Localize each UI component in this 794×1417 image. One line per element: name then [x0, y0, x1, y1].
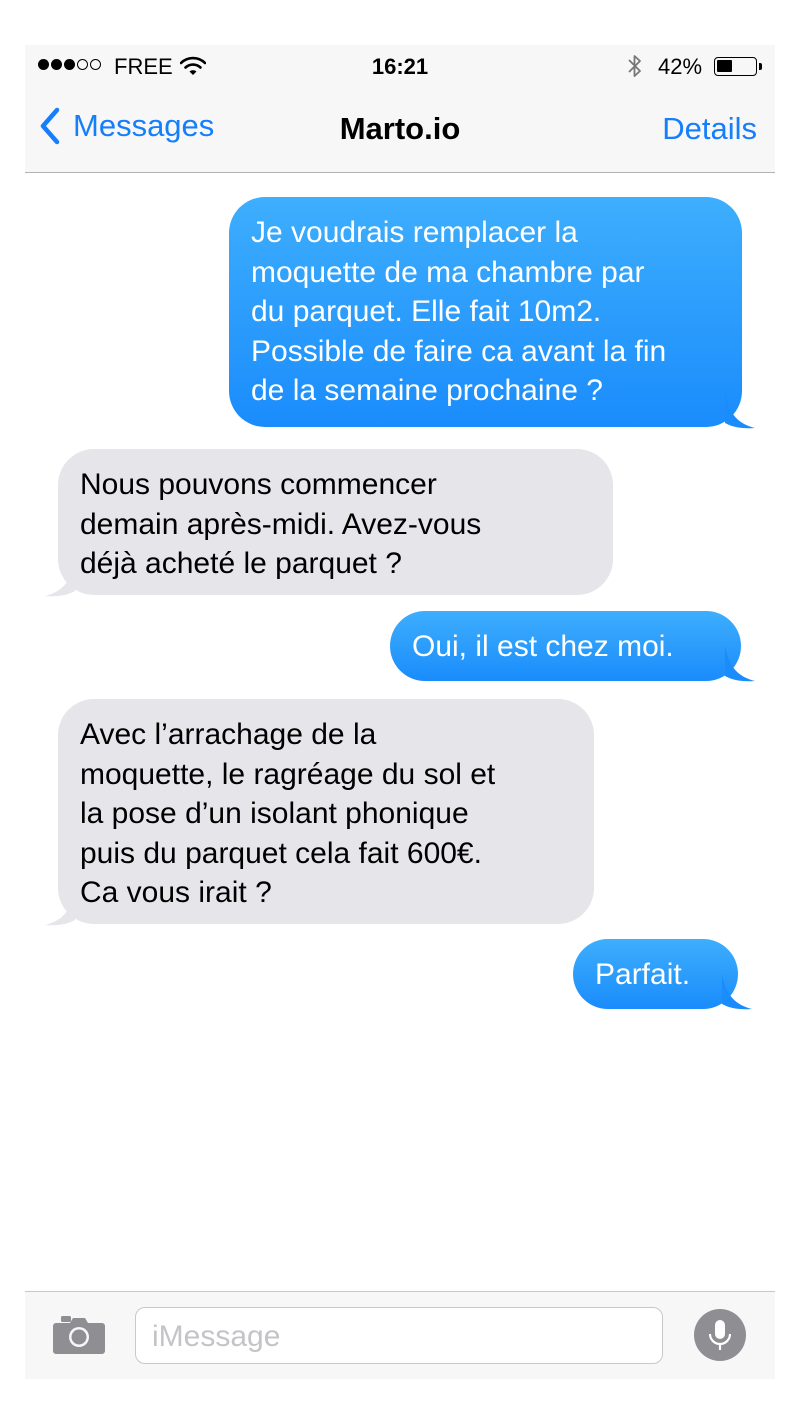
imessage-input[interactable]: iMessage	[135, 1307, 663, 1364]
bubble-tail	[725, 646, 755, 682]
battery-percentage: 42%	[658, 54, 703, 79]
battery-icon	[714, 57, 757, 76]
camera-icon[interactable]	[53, 1314, 105, 1359]
message-bubble-incoming[interactable]: Avec l’arrachage de la moquette, le ragr…	[58, 699, 594, 924]
messages-screen: FREE 16:21 42% Messages Marto.io Details	[25, 45, 775, 1379]
status-bar: FREE 16:21 42%	[25, 45, 775, 85]
bluetooth-icon	[626, 53, 644, 85]
message-input-bar: iMessage	[25, 1291, 775, 1379]
message-bubble-outgoing[interactable]: Oui, il est chez moi.	[390, 611, 741, 681]
bubble-tail	[45, 890, 75, 926]
message-bubble-outgoing[interactable]: Parfait.	[573, 939, 738, 1009]
microphone-icon[interactable]	[694, 1309, 746, 1361]
message-bubble-outgoing[interactable]: Je voudrais remplacer la moquette de ma …	[229, 197, 742, 427]
bubble-tail	[722, 974, 752, 1010]
bubble-tail	[45, 561, 75, 597]
details-button[interactable]: Details	[662, 111, 757, 147]
navigation-bar: Messages Marto.io Details	[25, 85, 775, 173]
battery-nub	[759, 63, 762, 70]
bubble-tail	[725, 393, 755, 429]
message-bubble-incoming[interactable]: Nous pouvons commencer demain après-midi…	[58, 449, 613, 595]
